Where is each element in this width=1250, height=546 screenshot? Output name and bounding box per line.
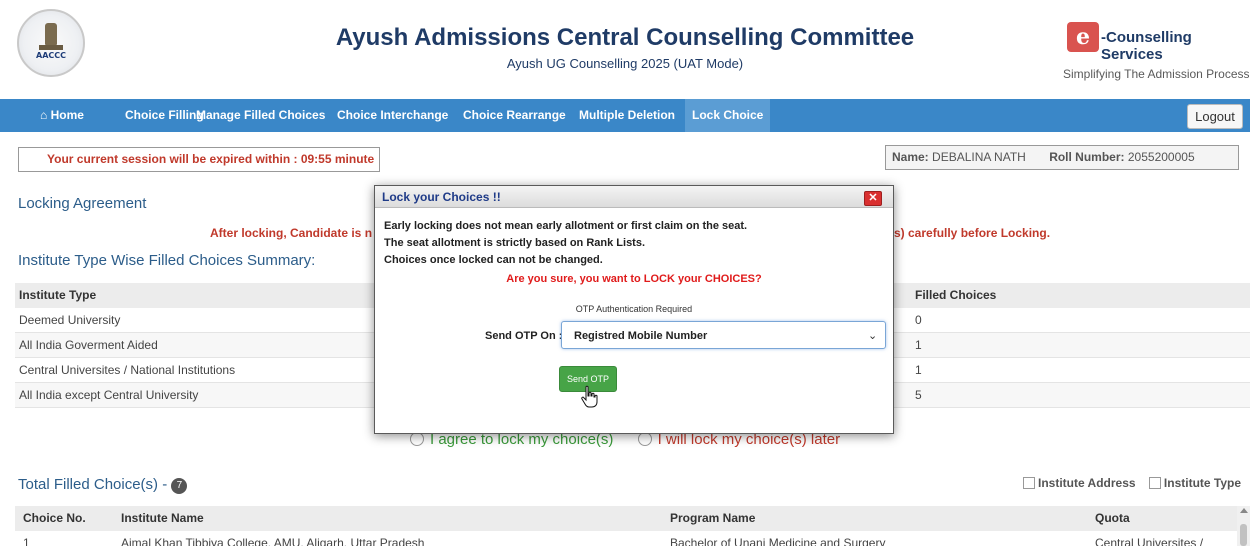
header-program-name: Program Name — [670, 511, 756, 525]
name-label: Name: — [892, 150, 929, 164]
program-name-cell: Bachelor of Unani Medicine and Surgery — [670, 536, 886, 546]
choices-scrollbar[interactable] — [1237, 506, 1250, 546]
locking-agreement-heading: Locking Agreement — [18, 195, 147, 212]
nav-home[interactable]: ⌂ Home — [33, 99, 91, 132]
header-choice-no: Choice No. — [23, 511, 86, 525]
otp-required-text: OTP Authentication Required — [575, 304, 693, 314]
session-timer: Your current session will be expired wit… — [18, 147, 380, 172]
main-navbar: ⌂ Home Choice Filling Manage Filled Choi… — [0, 99, 1250, 132]
institute-address-checkbox[interactable] — [1023, 477, 1035, 489]
header-institute-name: Institute Name — [121, 511, 204, 525]
choices-count-badge: 7 — [171, 478, 188, 494]
choice-no-cell: 1 — [23, 536, 30, 546]
filled-count-cell: 0 — [915, 313, 922, 327]
ecs-logo-icon: e — [1067, 22, 1099, 52]
roll-label: Roll Number: — [1049, 150, 1125, 164]
candidate-name: DEBALINA NATH — [932, 150, 1026, 164]
candidate-info: Name: DEBALINA NATH Roll Number: 2055200… — [885, 145, 1239, 170]
filled-count-cell: 1 — [915, 363, 922, 377]
ecs-title: -Counselling Services — [1101, 29, 1192, 63]
institute-type-checkbox[interactable] — [1148, 477, 1161, 489]
site-header: AACCC Ayush Admissions Central Counselli… — [0, 0, 1250, 88]
institute-type-cell: Central Universites / National Instituti… — [19, 363, 236, 377]
institute-type-cell: All India except Central University — [19, 388, 199, 402]
roll-number: 2055200005 — [1127, 150, 1195, 164]
institute-type-cell: All India Goverment Aided — [19, 338, 158, 352]
filled-count-cell: 5 — [915, 388, 922, 402]
dialog-titlebar: Lock your Choices !! ✕ — [375, 186, 893, 208]
warning-text-right: (s) carefully before Locking. — [890, 226, 1051, 240]
logout-button[interactable]: Logout — [1187, 104, 1243, 129]
scroll-up-icon[interactable] — [1240, 508, 1248, 513]
header-quota: Quota — [1095, 511, 1130, 525]
institute-address-label[interactable]: Institute Address — [1038, 476, 1136, 490]
ecs-tagline: Simplifying The Admission Process — [1063, 67, 1250, 81]
nav-lock-choice[interactable]: Lock Choice — [685, 99, 771, 132]
close-icon[interactable]: ✕ — [864, 191, 882, 206]
total-choices-heading: Total Filled Choice(s) - 7 — [18, 476, 188, 494]
hand-pointer-icon — [581, 385, 598, 408]
dialog-info-line: The seat allotment is strictly based on … — [384, 237, 646, 249]
nav-home-label: Home — [50, 108, 84, 122]
site-title: Ayush Admissions Central Counselling Com… — [335, 24, 915, 51]
otp-method-value: Registred Mobile Number — [574, 330, 708, 342]
institute-type-label[interactable]: Institute Type — [1164, 476, 1241, 490]
nav-manage-filled-choices[interactable]: Manage Filled Choices — [189, 99, 332, 132]
chevron-down-icon: ⌄ — [868, 330, 878, 342]
dialog-title: Lock your Choices !! — [382, 190, 501, 204]
later-radio[interactable] — [637, 432, 652, 446]
total-choices-label: Total Filled Choice(s) - — [18, 476, 168, 493]
nav-choice-rearrange[interactable]: Choice Rearrange — [456, 99, 573, 132]
nav-choice-interchange[interactable]: Choice Interchange — [330, 99, 455, 132]
choices-table-header: Choice No. Institute Name Program Name Q… — [15, 506, 1237, 531]
agree-radio[interactable] — [410, 432, 424, 446]
dialog-info-line: Choices once locked can not be changed. — [384, 254, 603, 266]
otp-method-select[interactable]: Registred Mobile Number ⌄ — [561, 321, 886, 349]
institute-type-cell: Deemed University — [19, 313, 121, 327]
warning-text-left: After locking, Candidate is n — [210, 226, 373, 240]
nav-multiple-deletion[interactable]: Multiple Deletion — [572, 99, 682, 132]
lock-choices-dialog: Lock your Choices !! ✕ Early locking doe… — [374, 185, 894, 434]
institute-name-cell: Ajmal Khan Tibbiya College, AMU, Aligarh… — [121, 536, 425, 546]
header-institute-type: Institute Type — [19, 288, 97, 302]
header-filled-choices: Filled Choices — [915, 288, 997, 302]
summary-heading: Institute Type Wise Filled Choices Summa… — [18, 252, 316, 269]
table-row: 1 Ajmal Khan Tibbiya College, AMU, Aliga… — [15, 531, 1237, 546]
send-otp-on-label: Send OTP On : — [485, 330, 563, 342]
dialog-info-line: Early locking does not mean early allotm… — [384, 220, 748, 232]
quota-cell: Central Universites / — [1095, 536, 1204, 546]
scroll-thumb[interactable] — [1240, 524, 1247, 546]
home-icon: ⌂ — [40, 108, 48, 122]
column-filters: Institute Address Institute Type — [1023, 476, 1241, 490]
dialog-confirm-question: Are you sure, you want to LOCK your CHOI… — [506, 273, 762, 285]
filled-count-cell: 1 — [915, 338, 922, 352]
